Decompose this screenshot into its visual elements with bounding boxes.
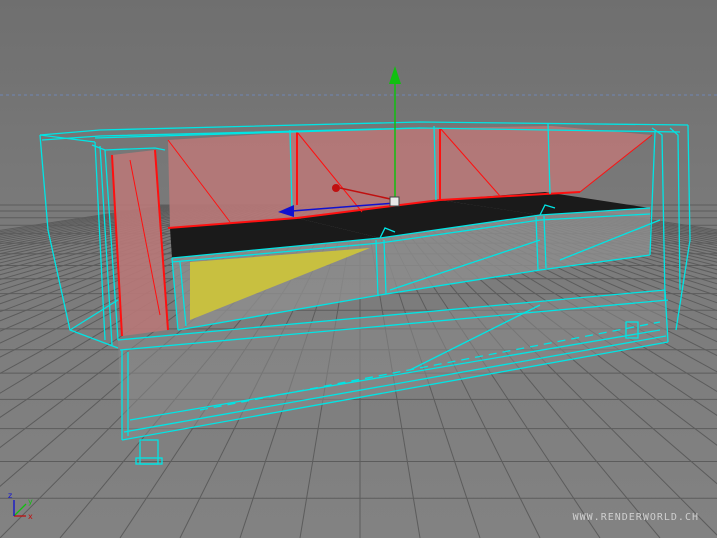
backrest-face-left[interactable] xyxy=(168,132,297,228)
backrest-face-right[interactable] xyxy=(440,126,652,200)
axis-indicator-z-label: z xyxy=(8,491,12,500)
gizmo-y-arrow[interactable] xyxy=(389,66,401,84)
3d-viewport[interactable]: y x z WWW.RENDERWORLD.CH xyxy=(0,0,717,538)
viewport-scene[interactable]: y x z xyxy=(0,0,717,538)
gizmo-x-handle[interactable] xyxy=(332,184,340,192)
gizmo-center-handle[interactable] xyxy=(389,196,400,207)
axis-indicator-y-label: y xyxy=(28,497,33,506)
axis-indicator: y x z xyxy=(8,491,33,521)
watermark-text: WWW.RENDERWORLD.CH xyxy=(572,512,699,523)
axis-indicator-x-label: x xyxy=(28,512,33,521)
